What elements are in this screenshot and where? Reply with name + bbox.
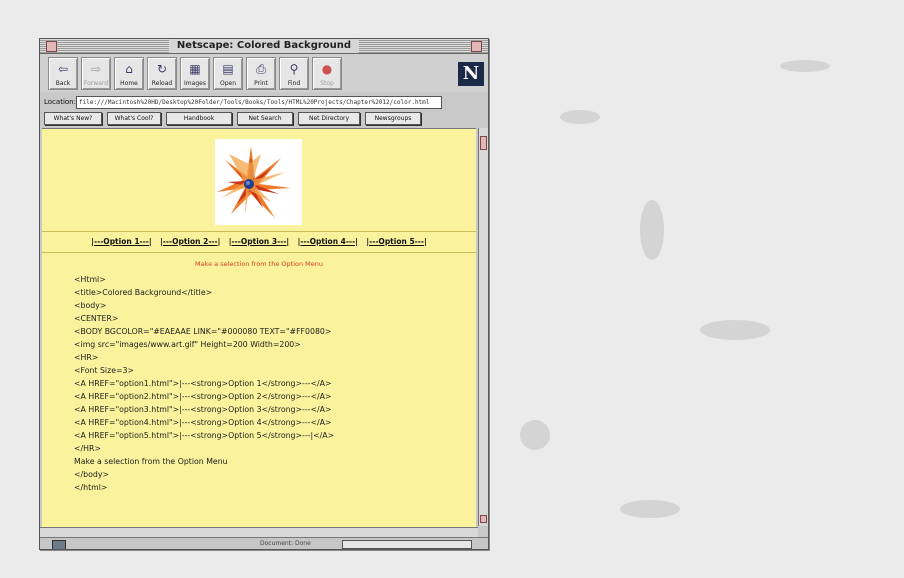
code-line: <body> xyxy=(74,301,107,310)
images-button-label: Images xyxy=(184,80,206,87)
open-button[interactable]: ▤ Open xyxy=(213,57,243,90)
print-button-label: Print xyxy=(254,80,268,87)
instruction-text: Make a selection from the Option Menu xyxy=(194,260,324,268)
code-line: <img src="images/www.art.gif" Height=200… xyxy=(74,340,301,349)
print-button[interactable]: ⎙ Print xyxy=(246,57,276,90)
code-line: </html> xyxy=(74,483,108,492)
security-key-icon xyxy=(52,540,66,549)
location-url-field[interactable]: file:///Macintosh%20HD/Desktop%20Folder/… xyxy=(76,96,442,109)
find-button-label: Find xyxy=(287,80,301,87)
code-line: <Html> xyxy=(74,275,106,284)
html-source-listing: <Html> <title>Colored Background</title>… xyxy=(74,273,464,494)
option-3-link[interactable]: |---Option 3---| xyxy=(229,237,289,246)
code-line: <BODY BGCOLOR="#EAEAAE LINK="#000080 TEX… xyxy=(74,327,332,336)
code-line: <HR> xyxy=(74,353,99,362)
stop-button-label: Stop xyxy=(320,80,334,87)
net-directory-button[interactable]: Net Directory xyxy=(298,112,360,125)
location-label: Location: xyxy=(44,98,76,106)
forward-arrow-icon: ⇨ xyxy=(90,62,102,76)
horizontal-rule-top xyxy=(42,231,476,232)
reload-button-label: Reload xyxy=(151,80,173,87)
code-line: <Font Size=3> xyxy=(74,366,135,375)
option-4-link[interactable]: |---Option 4---| xyxy=(298,237,358,246)
window-titlebar[interactable]: Netscape: Colored Background xyxy=(40,39,488,54)
reload-button[interactable]: ↻ Reload xyxy=(147,57,177,90)
forward-button-label: Forward xyxy=(83,80,109,87)
code-line: <A HREF="option1.html">|---<strong>Optio… xyxy=(74,379,332,388)
back-button[interactable]: ⇦ Back xyxy=(48,57,78,90)
progress-bar xyxy=(342,540,472,549)
scroll-down-arrow-icon[interactable] xyxy=(480,515,487,523)
open-icon: ▤ xyxy=(222,62,234,76)
back-button-label: Back xyxy=(55,80,71,87)
code-line: </HR> xyxy=(74,444,101,453)
starburst-image xyxy=(215,139,302,225)
option-1-link[interactable]: |---Option 1---| xyxy=(91,237,151,246)
back-arrow-icon: ⇦ xyxy=(57,62,69,76)
option-5-link[interactable]: |---Option 5---| xyxy=(366,237,426,246)
starburst-icon xyxy=(217,146,291,218)
code-line: </body> xyxy=(74,470,109,479)
reload-icon: ↻ xyxy=(156,62,168,76)
home-icon: ⌂ xyxy=(125,62,133,76)
printer-icon: ⎙ xyxy=(256,62,266,76)
directory-buttons-bar: What's New? What's Cool? Handbook Net Se… xyxy=(40,111,488,125)
netscape-browser-window: Netscape: Colored Background ⇦ Back ⇨ Fo… xyxy=(39,38,489,550)
code-line: <A HREF="option4.html">|---<strong>Optio… xyxy=(74,418,332,427)
handbook-button[interactable]: Handbook xyxy=(166,112,232,125)
home-button[interactable]: ⌂ Home xyxy=(114,57,144,90)
status-bar: Document: Done xyxy=(40,537,488,549)
code-line: <A HREF="option5.html">|---<strong>Optio… xyxy=(74,431,335,440)
location-bar: Location: file:///Macintosh%20HD/Desktop… xyxy=(40,95,488,109)
horizontal-rule-bottom xyxy=(42,252,476,253)
option-2-link[interactable]: |---Option 2---| xyxy=(160,237,220,246)
window-title: Netscape: Colored Background xyxy=(168,39,360,53)
images-button[interactable]: ▦ Images xyxy=(180,57,210,90)
status-text: Document: Done xyxy=(260,540,311,547)
open-button-label: Open xyxy=(219,80,237,87)
stop-icon: ● xyxy=(321,62,333,76)
home-button-label: Home xyxy=(120,80,138,87)
find-binoculars-icon: ⚲ xyxy=(289,62,299,76)
code-line: <CENTER> xyxy=(74,314,119,323)
close-box-icon[interactable] xyxy=(46,41,57,52)
newsgroups-button[interactable]: Newsgroups xyxy=(365,112,421,125)
code-line: <A HREF="option3.html">|---<strong>Optio… xyxy=(74,405,332,414)
option-menu: |---Option 1---| |---Option 2---| |---Op… xyxy=(42,237,476,247)
images-icon: ▦ xyxy=(189,62,201,76)
page-content-area: |---Option 1---| |---Option 2---| |---Op… xyxy=(42,128,476,527)
code-line: Make a selection from the Option Menu xyxy=(74,457,228,466)
netscape-n-logo-icon[interactable]: N xyxy=(458,62,484,86)
code-line: <title>Colored Background</title> xyxy=(74,288,213,297)
stop-button[interactable]: ● Stop xyxy=(312,57,342,90)
forward-button[interactable]: ⇨ Forward xyxy=(81,57,111,90)
whats-new-button[interactable]: What's New? xyxy=(44,112,102,125)
vertical-scrollbar[interactable] xyxy=(478,128,488,526)
navigation-toolbar: ⇦ Back ⇨ Forward ⌂ Home ↻ Reload ▦ Image… xyxy=(40,54,488,92)
horizontal-scrollbar[interactable] xyxy=(40,527,478,537)
scrollbar-thumb[interactable] xyxy=(480,136,487,150)
whats-cool-button[interactable]: What's Cool? xyxy=(107,112,161,125)
zoom-box-icon[interactable] xyxy=(471,41,482,52)
find-button[interactable]: ⚲ Find xyxy=(279,57,309,90)
code-line: <A HREF="option2.html">|---<strong>Optio… xyxy=(74,392,332,401)
net-search-button[interactable]: Net Search xyxy=(237,112,293,125)
